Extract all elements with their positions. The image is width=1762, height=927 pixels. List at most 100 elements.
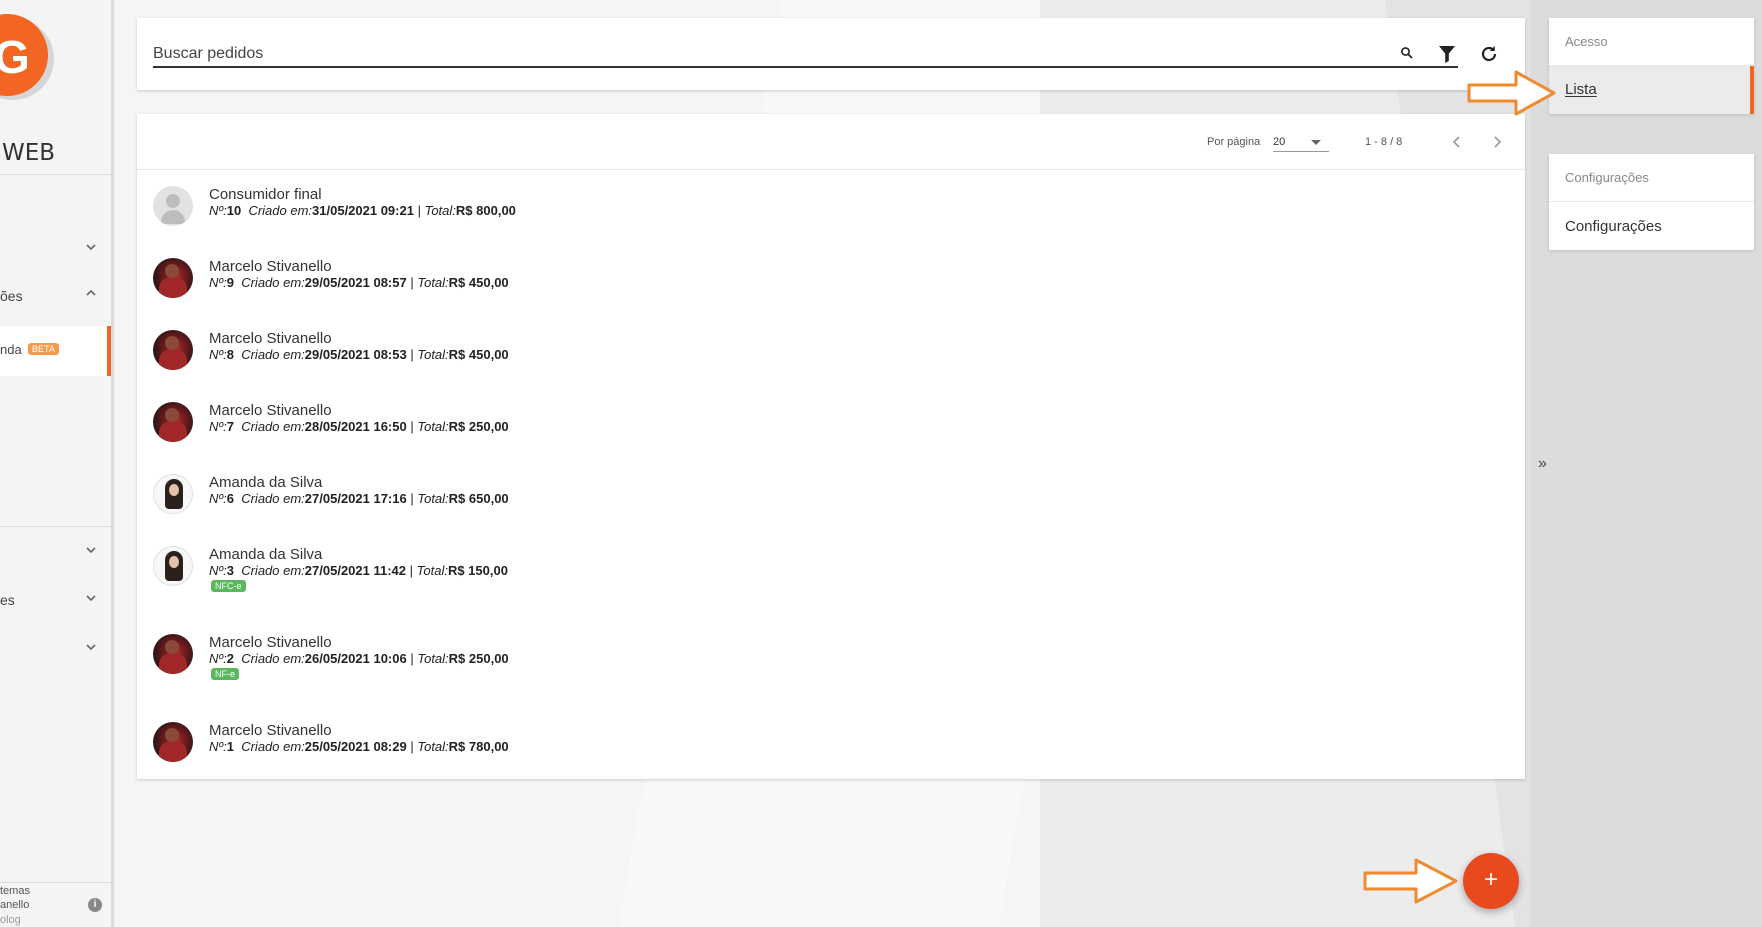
avatar xyxy=(153,330,193,370)
created-label: Criado em: xyxy=(241,563,305,578)
total-label: Total: xyxy=(417,651,449,666)
order-created: 25/05/2021 08:29 xyxy=(304,739,407,754)
created-label: Criado em: xyxy=(241,419,305,434)
search-icon[interactable] xyxy=(1400,46,1414,60)
nav-item-lista[interactable]: Lista xyxy=(1549,66,1754,114)
access-panel: Acesso Lista xyxy=(1549,18,1754,114)
customer-name: Marcelo Stivanello xyxy=(209,634,332,651)
list-item[interactable]: Marcelo Stivanello Nº:1 Criado em:25/05/… xyxy=(137,722,1525,786)
footer-text: olog xyxy=(0,914,21,926)
order-number: 6 xyxy=(226,491,234,506)
number-label: Nº: xyxy=(209,203,227,218)
customer-name: Marcelo Stivanello xyxy=(209,330,332,347)
created-label: Criado em: xyxy=(241,275,305,290)
order-total: R$ 250,00 xyxy=(448,651,509,666)
chevron-down-icon[interactable] xyxy=(84,543,98,557)
chevron-down-icon[interactable] xyxy=(84,240,98,254)
chevron-up-icon[interactable] xyxy=(84,286,98,300)
order-meta: Nº:9 Criado em:29/05/2021 08:57 | Total:… xyxy=(209,275,509,290)
avatar xyxy=(153,474,193,514)
search-input[interactable] xyxy=(153,42,1458,68)
order-meta: Nº:10 Criado em:31/05/2021 09:21 | Total… xyxy=(209,203,516,218)
order-total: R$ 450,00 xyxy=(448,275,509,290)
sidebar-item-label[interactable]: ões xyxy=(0,288,23,304)
order-total: R$ 250,00 xyxy=(448,419,509,434)
order-created: 29/05/2021 08:57 xyxy=(304,275,407,290)
order-number: 9 xyxy=(226,275,234,290)
chevron-left-icon[interactable] xyxy=(1449,134,1465,150)
beta-badge: BETA xyxy=(28,343,59,355)
order-number: 7 xyxy=(226,419,234,434)
order-meta: Nº:1 Criado em:25/05/2021 08:29 | Total:… xyxy=(209,739,509,754)
nfce-badge: NFC-e xyxy=(211,580,246,592)
sidebar-item-active[interactable]: nda BETA xyxy=(0,326,111,376)
total-label: Total: xyxy=(417,491,449,506)
customer-name: Marcelo Stivanello xyxy=(209,258,332,275)
avatar xyxy=(153,402,193,442)
chevron-down-icon[interactable] xyxy=(84,640,98,654)
nfe-badge: NF-e xyxy=(211,668,239,680)
order-created: 31/05/2021 09:21 xyxy=(312,203,414,218)
caret-down-icon xyxy=(1311,140,1321,145)
chevron-down-icon[interactable] xyxy=(84,591,98,605)
sidebar-divider xyxy=(0,174,111,175)
list-item[interactable]: Amanda da Silva Nº:6 Criado em:27/05/202… xyxy=(137,474,1525,538)
customer-name: Marcelo Stivanello xyxy=(209,722,332,739)
total-label: Total: xyxy=(417,419,449,434)
add-order-button[interactable]: + xyxy=(1463,853,1519,909)
order-meta: Nº:7 Criado em:28/05/2021 16:50 | Total:… xyxy=(209,419,509,434)
order-number: 3 xyxy=(226,563,234,578)
panel-title: Configurações xyxy=(1549,154,1754,202)
refresh-icon[interactable] xyxy=(1478,43,1500,65)
order-total: R$ 450,00 xyxy=(448,347,509,362)
order-created: 27/05/2021 17:16 xyxy=(304,491,407,506)
list-item[interactable]: Marcelo Stivanello Nº:9 Criado em:29/05/… xyxy=(137,258,1525,322)
order-created: 28/05/2021 16:50 xyxy=(304,419,407,434)
order-created: 26/05/2021 10:06 xyxy=(304,651,407,666)
order-number: 2 xyxy=(226,651,234,666)
avatar xyxy=(153,186,193,226)
list-item[interactable]: Marcelo Stivanello Nº:8 Criado em:29/05/… xyxy=(137,330,1525,394)
avatar xyxy=(153,258,193,298)
customer-name: Marcelo Stivanello xyxy=(209,402,332,419)
order-created: 27/05/2021 11:42 xyxy=(304,563,407,578)
info-icon[interactable]: i xyxy=(88,898,102,912)
footer-text: anello xyxy=(0,899,30,911)
per-page-value: 20 xyxy=(1273,136,1286,148)
number-label: Nº: xyxy=(209,347,227,362)
total-label: Total: xyxy=(417,275,449,290)
order-total: R$ 800,00 xyxy=(455,203,516,218)
list-item[interactable]: Marcelo Stivanello Nº:7 Criado em:28/05/… xyxy=(137,402,1525,466)
created-label: Criado em: xyxy=(241,651,305,666)
sidebar-divider xyxy=(0,882,111,883)
nav-item-configuracoes[interactable]: Configurações xyxy=(1549,202,1754,250)
list-item[interactable]: Amanda da Silva Nº:3 Criado em:27/05/202… xyxy=(137,546,1525,626)
per-page-select[interactable]: 20 xyxy=(1273,132,1329,152)
arrow-right-icon xyxy=(1363,858,1458,904)
filter-icon[interactable] xyxy=(1436,43,1458,65)
sidebar-item-label[interactable]: es xyxy=(0,592,15,608)
avatar xyxy=(153,546,193,586)
order-meta: Nº:8 Criado em:29/05/2021 08:53 | Total:… xyxy=(209,347,509,362)
number-label: Nº: xyxy=(209,419,227,434)
order-meta: Nº:6 Criado em:27/05/2021 17:16 | Total:… xyxy=(209,491,509,506)
total-label: Total: xyxy=(416,563,448,578)
number-label: Nº: xyxy=(209,563,227,578)
order-number: 8 xyxy=(226,347,234,362)
collapse-icon[interactable]: » xyxy=(1538,455,1547,473)
number-label: Nº: xyxy=(209,491,227,506)
customer-name: Consumidor final xyxy=(209,186,322,203)
list-item[interactable]: Consumidor final Nº:10 Criado em:31/05/2… xyxy=(137,186,1525,250)
created-label: Criado em: xyxy=(241,739,305,754)
order-created: 29/05/2021 08:53 xyxy=(304,347,407,362)
chevron-right-icon[interactable] xyxy=(1489,134,1505,150)
settings-panel: Configurações Configurações xyxy=(1549,154,1754,250)
number-label: Nº: xyxy=(209,275,227,290)
sidebar-item-label: nda xyxy=(0,342,22,357)
list-item[interactable]: Marcelo Stivanello Nº:2 Criado em:26/05/… xyxy=(137,634,1525,714)
orders-list: Por página 20 1 - 8 / 8 Consumidor final… xyxy=(137,114,1525,779)
created-label: Criado em: xyxy=(248,203,313,218)
order-number: 10 xyxy=(226,203,242,218)
number-label: Nº: xyxy=(209,739,227,754)
order-meta: Nº:2 Criado em:26/05/2021 10:06 | Total:… xyxy=(209,651,509,666)
